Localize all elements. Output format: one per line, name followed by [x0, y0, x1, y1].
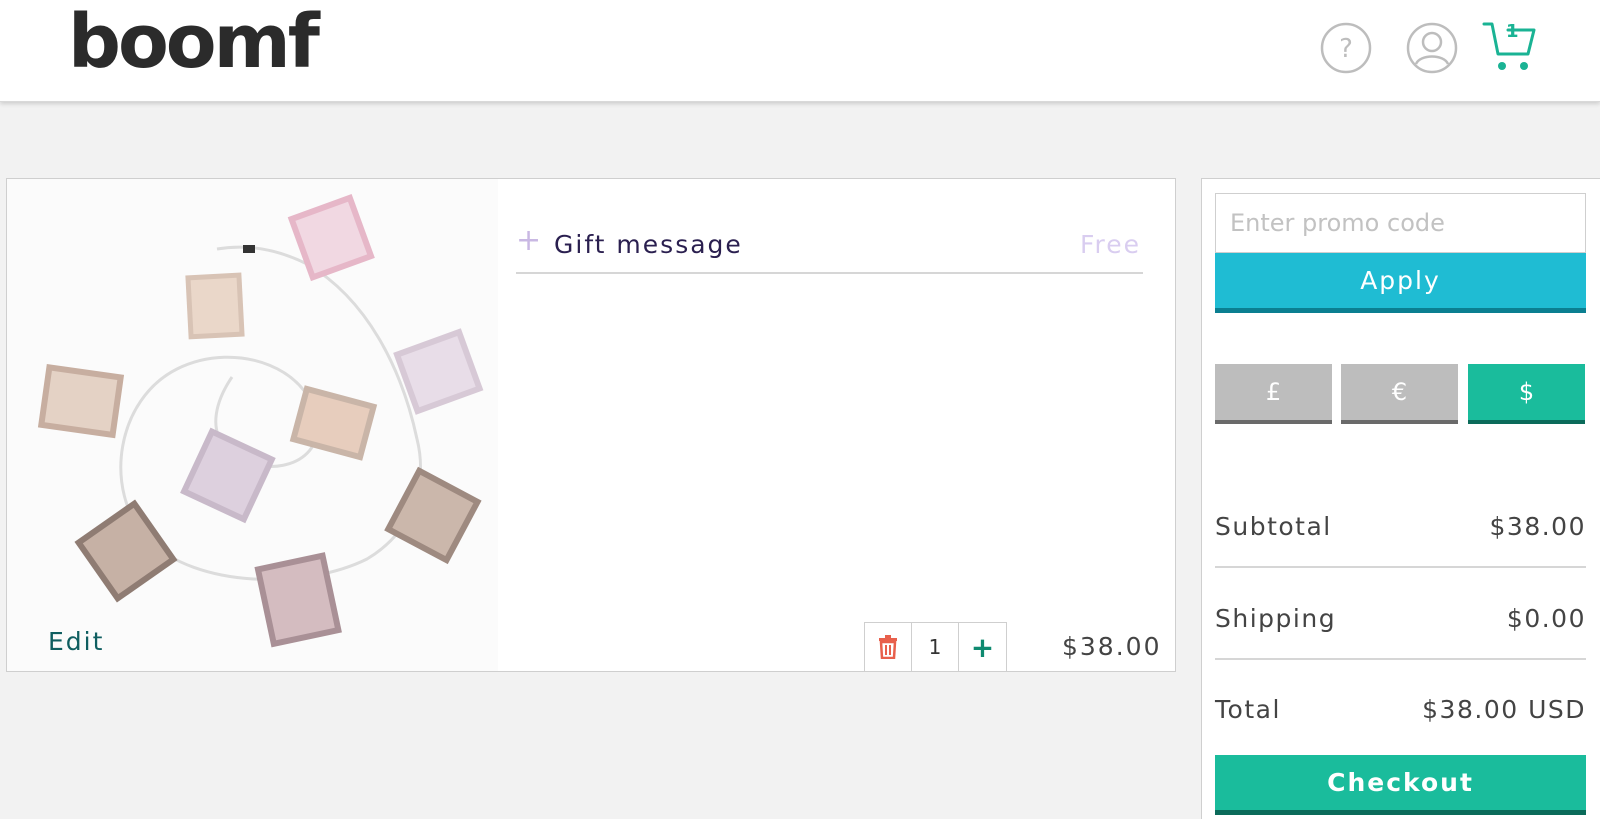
quantity-increase-button[interactable]: + [959, 623, 1006, 671]
currency-usd-button[interactable]: $ [1468, 364, 1585, 424]
total-label: Total [1215, 695, 1281, 724]
site-header: boomf ? 1 [0, 0, 1600, 102]
help-icon[interactable]: ? [1320, 22, 1372, 74]
apply-promo-button[interactable]: Apply [1215, 253, 1586, 313]
gift-message-label[interactable]: Gift message [554, 230, 743, 259]
shipping-label: Shipping [1215, 604, 1337, 633]
user-icon[interactable] [1406, 22, 1458, 74]
gift-message-add-icon[interactable]: + [516, 224, 541, 258]
edit-link[interactable]: Edit [48, 627, 104, 656]
gift-message-row[interactable]: + Gift message Free [516, 218, 1143, 274]
cart-count-badge: 1 [1506, 21, 1519, 42]
promo-code-input[interactable] [1215, 193, 1586, 253]
photo-garland-illustration [7, 179, 498, 671]
total-value: $38.00 USD [1422, 695, 1586, 724]
delete-button[interactable] [865, 623, 912, 671]
total-row: Total $38.00 USD [1215, 695, 1586, 735]
svg-text:?: ? [1339, 34, 1353, 64]
summary-divider [1215, 658, 1586, 660]
subtotal-label: Subtotal [1215, 512, 1332, 541]
item-price: $38.00 [1062, 632, 1162, 661]
gift-message-price: Free [1079, 230, 1141, 259]
quantity-stepper: 1 + [864, 622, 1007, 672]
product-image-photo-garland[interactable]: Edit [7, 179, 498, 671]
summary-divider [1215, 566, 1586, 568]
subtotal-row: Subtotal $38.00 [1215, 512, 1586, 552]
trash-icon [879, 635, 897, 659]
shipping-row: Shipping $0.00 [1215, 604, 1586, 644]
currency-eur-button[interactable]: € [1341, 364, 1458, 424]
checkout-button[interactable]: Checkout [1215, 755, 1586, 815]
quantity-value[interactable]: 1 [912, 623, 959, 671]
currency-gbp-button[interactable]: £ [1215, 364, 1332, 424]
shipping-value: $0.00 [1506, 604, 1586, 633]
subtotal-value: $38.00 [1489, 512, 1586, 541]
boomf-logo[interactable]: boomf [68, 2, 320, 82]
